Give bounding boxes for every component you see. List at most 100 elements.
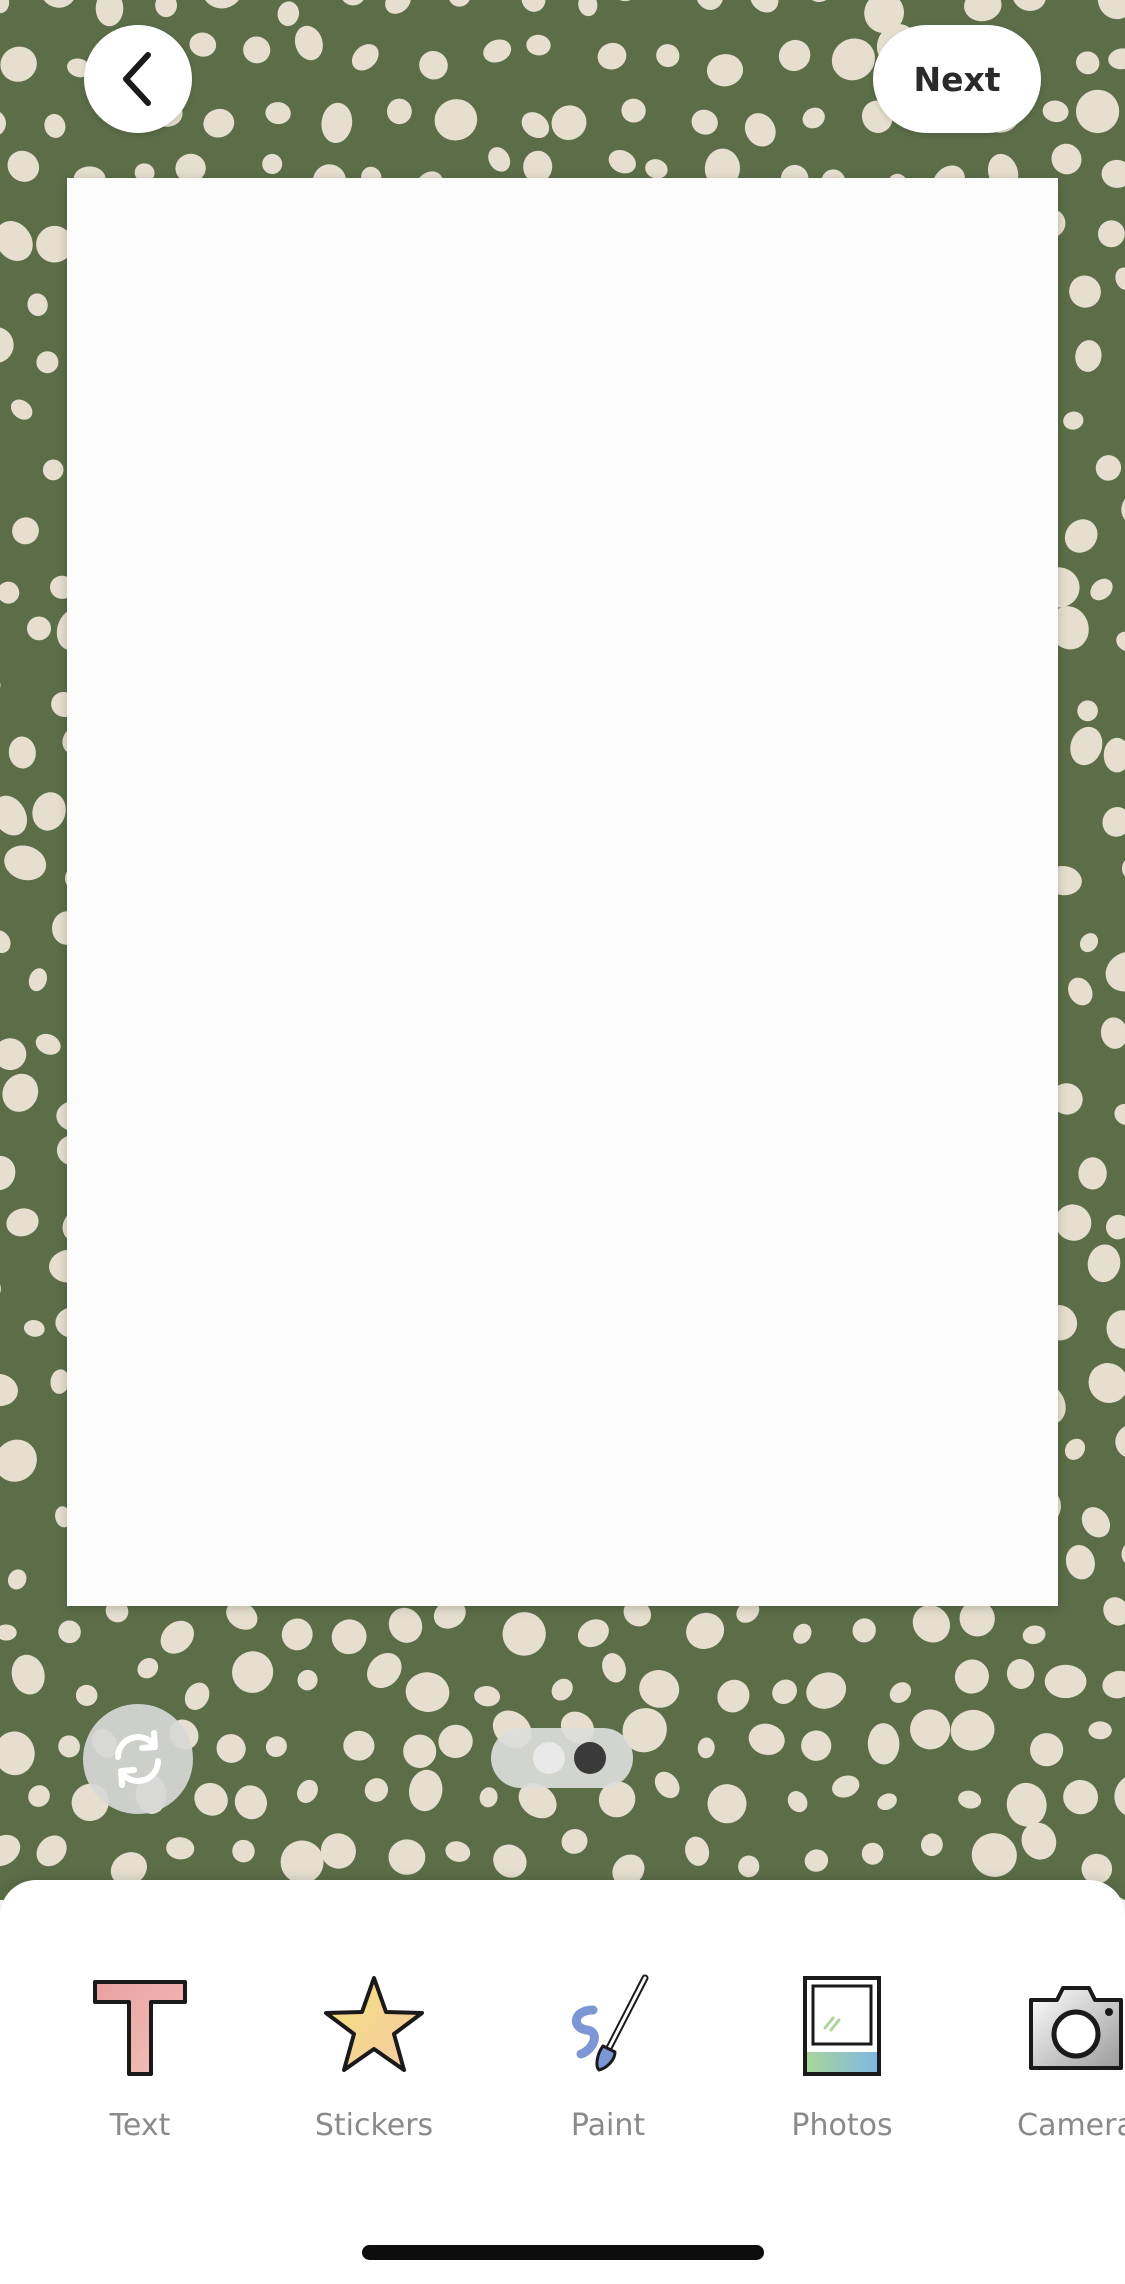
background-spot [42, 459, 64, 481]
background-spot [806, 1672, 847, 1709]
background-spot [194, 1782, 228, 1816]
background-spot [772, 1679, 797, 1705]
background-spot [1095, 455, 1122, 481]
background-spot [1102, 1670, 1125, 1699]
rotate-button[interactable] [83, 1704, 193, 1814]
tool-photos[interactable]: Photos [742, 1880, 942, 2180]
tool-text[interactable]: Text [40, 1880, 240, 2180]
tool-label: Stickers [314, 2108, 434, 2143]
background-spot [551, 1678, 573, 1701]
background-spot [1069, 275, 1101, 308]
background-spot [7, 1569, 27, 1590]
background-spot [189, 32, 217, 57]
background-spot [0, 1834, 21, 1867]
background-spot [200, 0, 244, 9]
background-spot [1106, 1310, 1125, 1349]
background-spot [8, 736, 36, 769]
background-spot [265, 102, 291, 125]
back-button[interactable] [84, 25, 192, 133]
background-spot [388, 1839, 426, 1875]
background-spot [1101, 159, 1125, 188]
background-spot [1075, 89, 1120, 134]
background-spot [27, 616, 51, 641]
photo-frame-icon [803, 1976, 881, 2076]
background-spot [403, 1734, 437, 1768]
background-spot [0, 1156, 16, 1191]
background-spot [6, 1208, 39, 1237]
background-spot [685, 1836, 710, 1866]
background-spot [958, 1790, 982, 1809]
background-spot [1108, 48, 1125, 70]
background-spot [351, 44, 379, 71]
background-spot [483, 39, 512, 63]
background-spot [184, 1682, 210, 1710]
background-spot [294, 25, 323, 61]
background-spot [706, 54, 744, 87]
background-spot [58, 1620, 81, 1644]
background-spot [1079, 933, 1099, 953]
background-spot [1063, 1779, 1099, 1815]
background-spot [340, 0, 366, 6]
background-spot [1012, 0, 1047, 11]
background-spot [331, 1619, 367, 1655]
tool-bottom-sheet: Text Stickers Paint Photos Camera [0, 1880, 1125, 2284]
background-spot [744, 113, 776, 147]
background-spot [155, 0, 178, 18]
background-spot [277, 1, 300, 26]
tool-label: Camera [1017, 2108, 1125, 2143]
background-spot [0, 0, 10, 14]
background-spot [521, 112, 550, 139]
page-dot-1[interactable] [533, 1742, 565, 1774]
background-spot [1051, 143, 1082, 175]
background-spot [1064, 1438, 1086, 1460]
background-spot [36, 351, 59, 374]
background-spot [265, 1736, 287, 1757]
background-spot [1029, 1733, 1064, 1767]
background-spot [1022, 1625, 1046, 1645]
background-spot [297, 1669, 318, 1691]
background-spot [521, 0, 546, 12]
background-spot [577, 1619, 609, 1648]
tool-label: Paint [570, 2108, 646, 2143]
background-spot [778, 39, 811, 72]
background-spot [0, 1731, 35, 1776]
tool-stickers[interactable]: Stickers [274, 1880, 474, 2180]
background-spot [697, 1737, 715, 1759]
card-canvas[interactable] [67, 178, 1058, 1606]
background-spot [1088, 1721, 1112, 1740]
background-spot [611, 0, 641, 2]
next-button[interactable]: Next [873, 25, 1041, 133]
background-spot [1097, 220, 1125, 248]
background-spot [597, 42, 627, 70]
tool-camera[interactable]: Camera [976, 1880, 1125, 2180]
background-spot [801, 1730, 832, 1761]
background-spot [561, 1828, 588, 1854]
background-spot [0, 1439, 37, 1482]
background-spot [889, 1682, 912, 1703]
background-spot [1087, 1244, 1121, 1283]
background-spot [448, 0, 471, 7]
background-spot [1070, 726, 1103, 766]
home-indicator [362, 2245, 764, 2260]
background-spot [654, 1771, 680, 1799]
background-spot [35, 1033, 61, 1055]
background-spot [11, 1654, 45, 1695]
background-spot [166, 1837, 195, 1860]
background-spot [602, 1653, 626, 1683]
background-spot [1068, 977, 1093, 1006]
background-spot [36, 1835, 67, 1867]
background-spot [0, 1276, 1, 1300]
background-spot [1042, 100, 1069, 123]
background-spot [386, 98, 412, 125]
page-toggle[interactable] [491, 1728, 633, 1788]
background-spot [479, 1787, 498, 1808]
background-spot [1075, 340, 1102, 372]
background-spot [28, 968, 48, 992]
paintbrush-icon [572, 1974, 649, 2072]
camera-icon [1029, 1986, 1123, 2070]
tool-paint[interactable]: Paint [508, 1880, 708, 2180]
background-spot [0, 930, 11, 953]
page-dot-2-active[interactable] [574, 1742, 606, 1774]
background-spot [343, 1730, 375, 1761]
background-spot [75, 1684, 98, 1706]
